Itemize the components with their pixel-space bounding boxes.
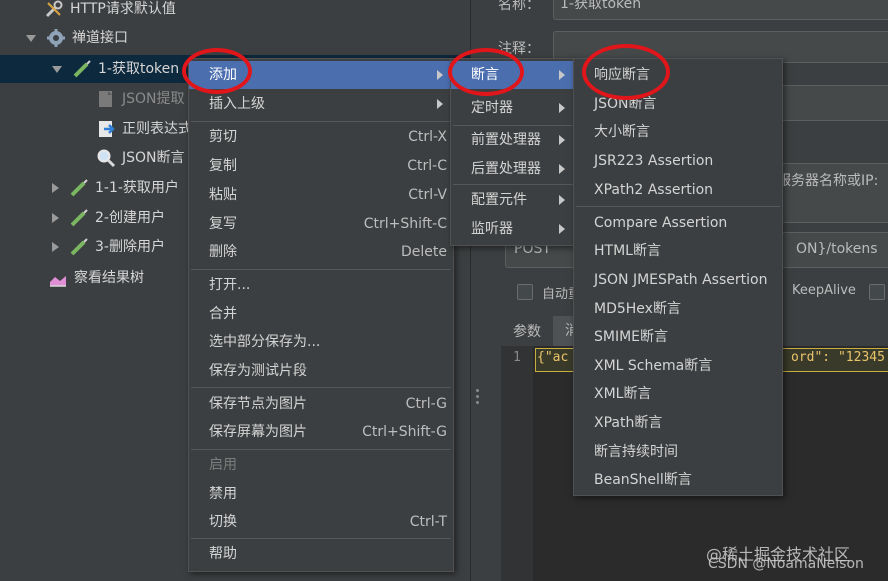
chart-icon (48, 268, 68, 288)
tree-item-label: JSON提取 (122, 91, 185, 107)
pen-icon (72, 59, 92, 79)
tree-item-json-extractor[interactable]: JSON提取 (96, 85, 185, 113)
tree-item-label: 1-1-获取用户 (95, 180, 179, 196)
grip-dot (476, 401, 479, 404)
tree-item-label: JSON断言 (122, 150, 185, 166)
context-menu: 添加 插入上级 剪切 Ctrl-X 复制 Ctrl-C 粘贴 Ctrl-V 复写 Ctr… (188, 58, 454, 572)
annotation-ring-assertion (448, 48, 524, 96)
assertion-item-smime[interactable]: SMIME断言 (574, 323, 782, 351)
submenu-item-listener[interactable]: 监听器 (451, 215, 575, 243)
assertion-item-jsr223[interactable]: JSR223 Assertion (574, 147, 782, 175)
menu-item-help[interactable]: 帮助 (189, 540, 453, 568)
tree-item-label: 禅道接口 (72, 30, 128, 46)
keepalive-extra-checkbox[interactable] (869, 284, 885, 300)
tree-item-chandao[interactable]: 禅道接口 (26, 24, 128, 52)
menu-item-insert-parent[interactable]: 插入上级 (189, 90, 453, 118)
menu-item-delete[interactable]: 删除 Delete (189, 238, 453, 266)
pen-icon (69, 237, 89, 257)
submenu-arrow-icon (559, 224, 565, 234)
name-field[interactable]: 1-获取token (553, 0, 888, 20)
assertion-item-xpath[interactable]: XPath断言 (574, 409, 782, 437)
tree-item-label: 正则表达式 (122, 121, 192, 137)
assertion-item-json-jmespath[interactable]: JSON JMESPath Assertion (574, 266, 782, 294)
assertion-item-html[interactable]: HTML断言 (574, 237, 782, 265)
menu-item-copy[interactable]: 复制 Ctrl-C (189, 152, 453, 180)
grip-dot (476, 389, 479, 392)
line-gutter (501, 346, 533, 581)
expand-icon[interactable] (26, 34, 36, 42)
tree-item-get-users[interactable]: 1-1-获取用户 (52, 174, 179, 202)
assertion-item-beanshell[interactable]: BeanShell断言 (574, 466, 782, 494)
keepalive-label: KeepAlive (792, 283, 856, 298)
regex-extractor-icon (96, 119, 116, 139)
menu-item-merge[interactable]: 合并 (189, 300, 453, 328)
auto-redirect-checkbox[interactable] (517, 284, 533, 300)
assertion-item-duration[interactable]: 断言持续时间 (574, 438, 782, 466)
submenu-arrow-icon (559, 70, 565, 80)
submenu-arrow-icon (559, 103, 565, 113)
tree-item-label: 3-删除用户 (95, 239, 165, 255)
line-number: 1 (513, 350, 521, 365)
path-value: ON}/tokens (796, 241, 878, 257)
tree-item-create-user[interactable]: 2-创建用户 (52, 204, 165, 232)
assertion-item-xml-schema[interactable]: XML Schema断言 (574, 352, 782, 380)
submenu-arrow-icon (559, 195, 565, 205)
server-label: 服务器名称或IP: (777, 173, 879, 189)
menu-item-paste[interactable]: 粘贴 Ctrl-V (189, 181, 453, 209)
json-extractor-icon (96, 89, 116, 109)
menu-item-save-node-image[interactable]: 保存节点为图片 Ctrl-G (189, 390, 453, 418)
tree-item-label: 察看结果树 (74, 270, 144, 286)
submenu-arrow-icon (559, 135, 565, 145)
expand-icon[interactable] (52, 183, 59, 193)
wrench-icon (44, 0, 64, 19)
watermark-csdn: CSDN @NoamaNelson (708, 556, 864, 572)
submenu-item-pre-processor[interactable]: 前置处理器 (451, 126, 575, 154)
menu-item-duplicate[interactable]: 复写 Ctrl+Shift-C (189, 210, 453, 238)
tree-item-delete-user[interactable]: 3-删除用户 (52, 233, 165, 261)
expand-icon[interactable] (52, 242, 59, 252)
name-value: 1-获取token (560, 0, 642, 12)
menu-item-save-fragment[interactable]: 保存为测试片段 (189, 357, 453, 385)
submenu-arrow-icon (437, 70, 443, 80)
tree-item-regex-extractor[interactable]: 正则表达式 (96, 115, 192, 143)
menu-item-save-screen-image[interactable]: 保存屏幕为图片 Ctrl+Shift-G (189, 418, 453, 446)
menu-item-enable: 启用 (209, 457, 237, 473)
gear-icon (46, 28, 66, 48)
submenu-item-config-element[interactable]: 配置元件 (451, 186, 575, 214)
submenu-arrow-icon (437, 99, 443, 109)
tab-params[interactable]: 参数 (513, 321, 541, 341)
assertion-item-xml[interactable]: XML断言 (574, 380, 782, 408)
submenu-arrow-icon (559, 164, 565, 174)
tree-item-label: 1-获取token (98, 61, 180, 77)
assertion-item-size[interactable]: 大小断言 (574, 118, 782, 146)
assertion-item-md5hex[interactable]: MD5Hex断言 (574, 295, 782, 323)
code-fragment-left: {"ac (537, 350, 569, 365)
assertion-item-compare[interactable]: Compare Assertion (574, 209, 782, 237)
assertion-item-xpath2[interactable]: XPath2 Assertion (574, 176, 782, 204)
name-label: 名称： (498, 0, 540, 13)
magnifier-icon (96, 148, 116, 168)
menu-item-toggle[interactable]: 切换 Ctrl-T (189, 508, 453, 536)
expand-icon[interactable] (52, 65, 62, 73)
annotation-ring-add (182, 48, 252, 94)
tree-item-http-defaults[interactable]: HTTP请求默认值 (44, 0, 176, 23)
assertion-submenu: 响应断言 JSON断言 大小断言 JSR223 Assertion XPath2… (573, 58, 783, 496)
pen-icon (69, 178, 89, 198)
annotation-ring-response-assertion (582, 44, 670, 100)
tree-item-label: 2-创建用户 (95, 210, 165, 226)
menu-item-open[interactable]: 打开... (189, 271, 453, 299)
code-fragment-right: ord": "12345 (791, 350, 885, 365)
submenu-item-timer[interactable]: 定时器 (451, 94, 575, 122)
tree-item-results-tree[interactable]: 察看结果树 (48, 264, 144, 292)
tree-item-label: HTTP请求默认值 (70, 1, 176, 17)
grip-dot (476, 395, 479, 398)
menu-item-disable[interactable]: 禁用 (189, 480, 453, 508)
submenu-item-post-processor[interactable]: 后置处理器 (451, 155, 575, 183)
tree-item-json-assertion[interactable]: JSON断言 (96, 144, 185, 172)
menu-item-save-selection[interactable]: 选中部分保存为... (189, 328, 453, 356)
expand-icon[interactable] (52, 213, 59, 223)
menu-item-cut[interactable]: 剪切 Ctrl-X (189, 123, 453, 151)
pen-icon (69, 208, 89, 228)
